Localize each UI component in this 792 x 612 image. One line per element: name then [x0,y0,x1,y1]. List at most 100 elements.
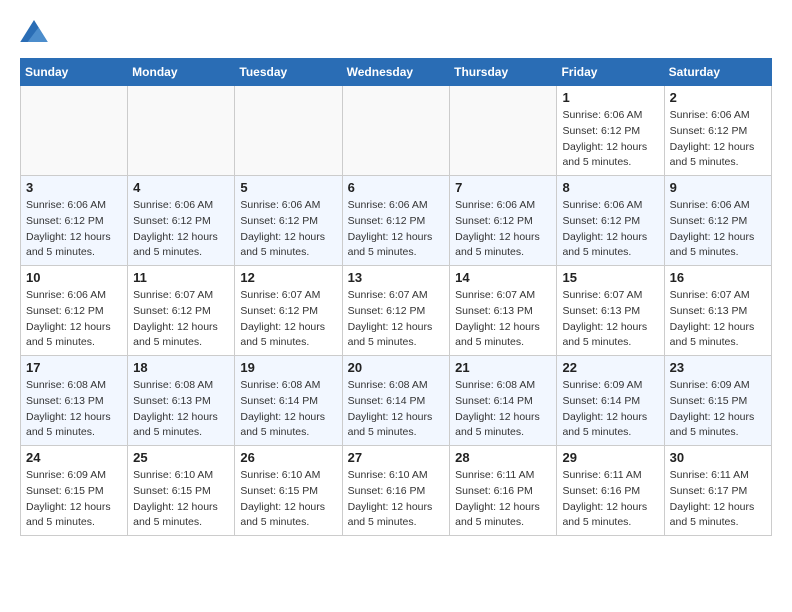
calendar-cell: 3 Sunrise: 6:06 AMSunset: 6:12 PMDaylight… [21,176,128,266]
calendar-week-row: 17 Sunrise: 6:08 AMSunset: 6:13 PMDayligh… [21,356,772,446]
calendar-week-row: 10 Sunrise: 6:06 AMSunset: 6:12 PMDayligh… [21,266,772,356]
day-number: 26 [240,450,336,465]
calendar-cell: 4Sunrise: 6:06 AMSunset: 6:12 PMDaylight… [128,176,235,266]
logo [20,20,52,42]
calendar-cell: 13 Sunrise: 6:07 AMSunset: 6:12 PMDayligh… [342,266,450,356]
calendar-cell: 30 Sunrise: 6:11 AMSunset: 6:17 PMDayligh… [664,446,771,536]
calendar-table: SundayMondayTuesdayWednesdayThursdayFrid… [20,58,772,536]
calendar-cell: 23 Sunrise: 6:09 AMSunset: 6:15 PMDayligh… [664,356,771,446]
day-info: Sunrise: 6:06 AMSunset: 6:12 PMDaylight:… [348,198,445,261]
day-info: Sunrise: 6:07 AMSunset: 6:12 PMDaylight:… [133,288,229,351]
day-number: 27 [348,450,445,465]
calendar-week-row: 1 Sunrise: 6:06 AMSunset: 6:12 PMDaylight… [21,86,772,176]
day-number: 15 [562,270,658,285]
calendar-cell [450,86,557,176]
day-number: 4 [133,180,229,195]
day-number: 13 [348,270,445,285]
day-info: Sunrise: 6:09 AMSunset: 6:15 PMDaylight:… [670,378,766,441]
day-number: 23 [670,360,766,375]
calendar-cell: 12 Sunrise: 6:07 AMSunset: 6:12 PMDayligh… [235,266,342,356]
calendar-cell: 5 Sunrise: 6:06 AMSunset: 6:12 PMDaylight… [235,176,342,266]
day-info: Sunrise: 6:08 AMSunset: 6:13 PMDaylight:… [133,378,229,441]
day-info: Sunrise: 6:08 AMSunset: 6:14 PMDaylight:… [240,378,336,441]
day-info: Sunrise: 6:10 AMSunset: 6:15 PMDaylight:… [133,468,229,531]
calendar-cell: 17 Sunrise: 6:08 AMSunset: 6:13 PMDayligh… [21,356,128,446]
day-info: Sunrise: 6:07 AMSunset: 6:12 PMDaylight:… [348,288,445,351]
calendar-cell: 28 Sunrise: 6:11 AMSunset: 6:16 PMDayligh… [450,446,557,536]
day-info: Sunrise: 6:06 AMSunset: 6:12 PMDaylight:… [562,108,658,171]
calendar-cell [235,86,342,176]
calendar-week-row: 24 Sunrise: 6:09 AMSunset: 6:15 PMDayligh… [21,446,772,536]
day-number: 2 [670,90,766,105]
weekday-header-friday: Friday [557,59,664,86]
calendar-cell: 9Sunrise: 6:06 AMSunset: 6:12 PMDaylight… [664,176,771,266]
calendar-cell: 27 Sunrise: 6:10 AMSunset: 6:16 PMDayligh… [342,446,450,536]
calendar-cell: 11 Sunrise: 6:07 AMSunset: 6:12 PMDayligh… [128,266,235,356]
day-number: 7 [455,180,551,195]
weekday-header-thursday: Thursday [450,59,557,86]
day-info: Sunrise: 6:11 AMSunset: 6:17 PMDaylight:… [670,468,766,531]
day-number: 25 [133,450,229,465]
calendar-cell: 25 Sunrise: 6:10 AMSunset: 6:15 PMDayligh… [128,446,235,536]
day-info: Sunrise: 6:06 AMSunset: 6:12 PMDaylight:… [240,198,336,261]
day-info: Sunrise: 6:08 AMSunset: 6:14 PMDaylight:… [455,378,551,441]
calendar-cell: 15 Sunrise: 6:07 AMSunset: 6:13 PMDayligh… [557,266,664,356]
day-number: 16 [670,270,766,285]
day-number: 29 [562,450,658,465]
day-number: 8 [562,180,658,195]
weekday-header-wednesday: Wednesday [342,59,450,86]
calendar-cell: 22Sunrise: 6:09 AMSunset: 6:14 PMDayligh… [557,356,664,446]
calendar-cell: 21 Sunrise: 6:08 AMSunset: 6:14 PMDayligh… [450,356,557,446]
day-number: 10 [26,270,122,285]
day-info: Sunrise: 6:09 AMSunset: 6:15 PMDaylight:… [26,468,122,531]
calendar-cell: 19 Sunrise: 6:08 AMSunset: 6:14 PMDayligh… [235,356,342,446]
day-info: Sunrise: 6:08 AMSunset: 6:14 PMDaylight:… [348,378,445,441]
day-info: Sunrise: 6:06 AMSunset: 6:12 PMDaylight:… [26,288,122,351]
day-info: Sunrise: 6:07 AMSunset: 6:13 PMDaylight:… [670,288,766,351]
day-number: 12 [240,270,336,285]
day-number: 21 [455,360,551,375]
calendar-cell: 8Sunrise: 6:06 AMSunset: 6:12 PMDaylight… [557,176,664,266]
weekday-header-sunday: Sunday [21,59,128,86]
day-info: Sunrise: 6:07 AMSunset: 6:13 PMDaylight:… [562,288,658,351]
calendar-header-row: SundayMondayTuesdayWednesdayThursdayFrid… [21,59,772,86]
calendar-cell [21,86,128,176]
day-number: 30 [670,450,766,465]
calendar-cell: 2 Sunrise: 6:06 AMSunset: 6:12 PMDaylight… [664,86,771,176]
calendar-cell [342,86,450,176]
day-info: Sunrise: 6:09 AMSunset: 6:14 PMDaylight:… [562,378,658,441]
day-info: Sunrise: 6:10 AMSunset: 6:16 PMDaylight:… [348,468,445,531]
day-number: 6 [348,180,445,195]
day-number: 24 [26,450,122,465]
calendar-cell: 24 Sunrise: 6:09 AMSunset: 6:15 PMDayligh… [21,446,128,536]
day-number: 5 [240,180,336,195]
calendar-cell: 20 Sunrise: 6:08 AMSunset: 6:14 PMDayligh… [342,356,450,446]
calendar-cell: 14Sunrise: 6:07 AMSunset: 6:13 PMDayligh… [450,266,557,356]
day-info: Sunrise: 6:10 AMSunset: 6:15 PMDaylight:… [240,468,336,531]
calendar-cell: 1 Sunrise: 6:06 AMSunset: 6:12 PMDaylight… [557,86,664,176]
calendar-cell: 29Sunrise: 6:11 AMSunset: 6:16 PMDayligh… [557,446,664,536]
day-number: 3 [26,180,122,195]
day-number: 9 [670,180,766,195]
day-info: Sunrise: 6:06 AMSunset: 6:12 PMDaylight:… [26,198,122,261]
day-number: 17 [26,360,122,375]
day-info: Sunrise: 6:06 AMSunset: 6:12 PMDaylight:… [670,108,766,171]
day-number: 11 [133,270,229,285]
weekday-header-monday: Monday [128,59,235,86]
day-number: 14 [455,270,551,285]
weekday-header-saturday: Saturday [664,59,771,86]
calendar-cell: 16 Sunrise: 6:07 AMSunset: 6:13 PMDayligh… [664,266,771,356]
day-number: 28 [455,450,551,465]
day-info: Sunrise: 6:07 AMSunset: 6:12 PMDaylight:… [240,288,336,351]
day-info: Sunrise: 6:11 AMSunset: 6:16 PMDaylight:… [455,468,551,531]
day-info: Sunrise: 6:08 AMSunset: 6:13 PMDaylight:… [26,378,122,441]
day-number: 20 [348,360,445,375]
calendar-cell: 6 Sunrise: 6:06 AMSunset: 6:12 PMDaylight… [342,176,450,266]
day-number: 1 [562,90,658,105]
calendar-cell: 26 Sunrise: 6:10 AMSunset: 6:15 PMDayligh… [235,446,342,536]
day-info: Sunrise: 6:06 AMSunset: 6:12 PMDaylight:… [455,198,551,261]
calendar-cell: 7 Sunrise: 6:06 AMSunset: 6:12 PMDaylight… [450,176,557,266]
day-number: 19 [240,360,336,375]
logo-icon [20,20,48,42]
calendar-cell: 18Sunrise: 6:08 AMSunset: 6:13 PMDayligh… [128,356,235,446]
